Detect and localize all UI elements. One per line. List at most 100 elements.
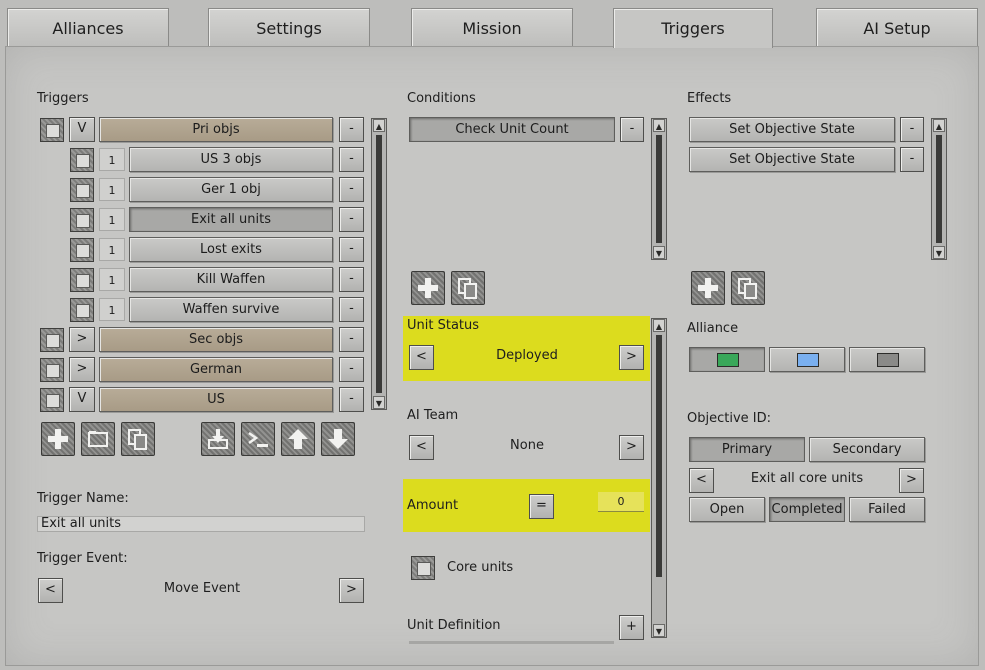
event-prev-button[interactable]: < xyxy=(38,578,63,603)
delete-button[interactable]: - xyxy=(339,177,364,202)
effects-scrollbar[interactable]: ▲ ▼ xyxy=(931,118,947,260)
delete-button[interactable]: - xyxy=(339,237,364,262)
trigger-checkbox[interactable] xyxy=(40,328,64,352)
state-completed[interactable]: Completed xyxy=(769,497,845,522)
conditions-scrollbar[interactable]: ▲ ▼ xyxy=(651,118,667,260)
parameters-scrollbar[interactable]: ▲ ▼ xyxy=(651,318,667,638)
expand-toggle[interactable]: > xyxy=(69,327,95,352)
trigger-checkbox[interactable] xyxy=(40,118,64,142)
delete-button[interactable]: - xyxy=(339,207,364,232)
plus-icon[interactable] xyxy=(411,271,445,305)
alliance-swatch-gray xyxy=(877,353,899,367)
scroll-track[interactable] xyxy=(376,135,382,393)
core-units-checkbox[interactable] xyxy=(411,556,435,580)
tab-settings[interactable]: Settings xyxy=(208,8,370,48)
delete-button[interactable]: - xyxy=(339,267,364,292)
scroll-up-icon[interactable]: ▲ xyxy=(933,119,945,132)
trigger-group-german[interactable]: German xyxy=(99,357,333,382)
alliance-swatch-blue xyxy=(797,353,819,367)
trigger-item[interactable]: Waffen survive xyxy=(129,297,333,322)
copy-icon[interactable] xyxy=(451,271,485,305)
trigger-group-us[interactable]: US xyxy=(99,387,333,412)
amount-operator-button[interactable]: = xyxy=(529,494,554,519)
delete-button[interactable]: - xyxy=(339,297,364,322)
tab-mission[interactable]: Mission xyxy=(411,8,573,48)
objective-next-button[interactable]: > xyxy=(899,468,924,493)
delete-button[interactable]: - xyxy=(339,387,364,412)
delete-button[interactable]: - xyxy=(339,117,364,142)
trigger-checkbox[interactable] xyxy=(70,148,94,172)
trigger-checkbox[interactable] xyxy=(70,238,94,262)
effects-heading: Effects xyxy=(687,91,732,106)
scroll-down-icon[interactable]: ▼ xyxy=(653,624,665,637)
tab-ai-setup[interactable]: AI Setup xyxy=(816,8,978,48)
scroll-up-icon[interactable]: ▲ xyxy=(653,119,665,132)
triggers-scrollbar[interactable]: ▲ ▼ xyxy=(371,118,387,410)
objective-type-secondary[interactable]: Secondary xyxy=(809,437,925,462)
trigger-group-pri-objs[interactable]: Pri objs xyxy=(99,117,333,142)
trigger-group-sec-objs[interactable]: Sec objs xyxy=(99,327,333,352)
delete-button[interactable]: - xyxy=(339,147,364,172)
trigger-event-value: Move Event xyxy=(163,581,241,596)
trigger-checkbox[interactable] xyxy=(40,358,64,382)
objective-prev-button[interactable]: < xyxy=(689,468,714,493)
scroll-up-icon[interactable]: ▲ xyxy=(373,119,385,132)
scroll-track[interactable] xyxy=(936,135,942,243)
delete-button[interactable]: - xyxy=(900,117,924,142)
ai-team-prev-button[interactable]: < xyxy=(409,435,434,460)
alliance-option-gray[interactable] xyxy=(849,347,925,372)
tab-alliances[interactable]: Alliances xyxy=(7,8,169,48)
ai-team-next-button[interactable]: > xyxy=(619,435,644,460)
amount-input[interactable]: 0 xyxy=(598,492,644,512)
trigger-item[interactable]: Ger 1 obj xyxy=(129,177,333,202)
scroll-down-icon[interactable]: ▼ xyxy=(373,396,385,409)
trigger-name-input[interactable]: Exit all units xyxy=(37,516,365,532)
alliance-option-blue[interactable] xyxy=(769,347,845,372)
trigger-name-label: Trigger Name: xyxy=(37,491,129,506)
expand-toggle[interactable]: > xyxy=(69,357,95,382)
state-open[interactable]: Open xyxy=(689,497,765,522)
trigger-checkbox[interactable] xyxy=(70,178,94,202)
expand-toggle[interactable]: V xyxy=(69,387,95,412)
scroll-up-icon[interactable]: ▲ xyxy=(653,319,665,332)
trigger-checkbox[interactable] xyxy=(70,208,94,232)
trigger-checkbox[interactable] xyxy=(70,298,94,322)
copy-icon[interactable] xyxy=(731,271,765,305)
unit-status-next-button[interactable]: > xyxy=(619,345,644,370)
effect-item[interactable]: Set Objective State xyxy=(689,147,895,172)
delete-button[interactable]: - xyxy=(620,117,644,142)
unit-definition-add-button[interactable]: + xyxy=(619,615,644,640)
scroll-track[interactable] xyxy=(656,135,662,243)
condition-item[interactable]: Check Unit Count xyxy=(409,117,615,142)
import-icon[interactable] xyxy=(201,422,235,456)
trigger-item[interactable]: Kill Waffen xyxy=(129,267,333,292)
objective-type-primary[interactable]: Primary xyxy=(689,437,805,462)
trigger-item-selected[interactable]: Exit all units xyxy=(129,207,333,232)
event-next-button[interactable]: > xyxy=(339,578,364,603)
trigger-checkbox[interactable] xyxy=(40,388,64,412)
state-failed[interactable]: Failed xyxy=(849,497,925,522)
trigger-order-number: 1 xyxy=(99,148,125,171)
tab-triggers[interactable]: Triggers xyxy=(613,8,773,48)
plus-icon[interactable] xyxy=(691,271,725,305)
delete-button[interactable]: - xyxy=(339,357,364,382)
delete-button[interactable]: - xyxy=(339,327,364,352)
delete-button[interactable]: - xyxy=(900,147,924,172)
arrow-up-icon[interactable] xyxy=(281,422,315,456)
conditions-heading: Conditions xyxy=(407,91,476,106)
scroll-track[interactable] xyxy=(656,335,662,577)
copy-icon[interactable] xyxy=(121,422,155,456)
trigger-item[interactable]: Lost exits xyxy=(129,237,333,262)
plus-icon[interactable] xyxy=(41,422,75,456)
arrow-down-icon[interactable] xyxy=(321,422,355,456)
scroll-down-icon[interactable]: ▼ xyxy=(653,246,665,259)
trigger-checkbox[interactable] xyxy=(70,268,94,292)
unit-status-prev-button[interactable]: < xyxy=(409,345,434,370)
effect-item[interactable]: Set Objective State xyxy=(689,117,895,142)
expand-toggle[interactable]: V xyxy=(69,117,95,142)
scroll-down-icon[interactable]: ▼ xyxy=(933,246,945,259)
alliance-option-green[interactable] xyxy=(689,347,765,372)
folder-icon[interactable] xyxy=(81,422,115,456)
console-icon[interactable] xyxy=(241,422,275,456)
trigger-item[interactable]: US 3 objs xyxy=(129,147,333,172)
